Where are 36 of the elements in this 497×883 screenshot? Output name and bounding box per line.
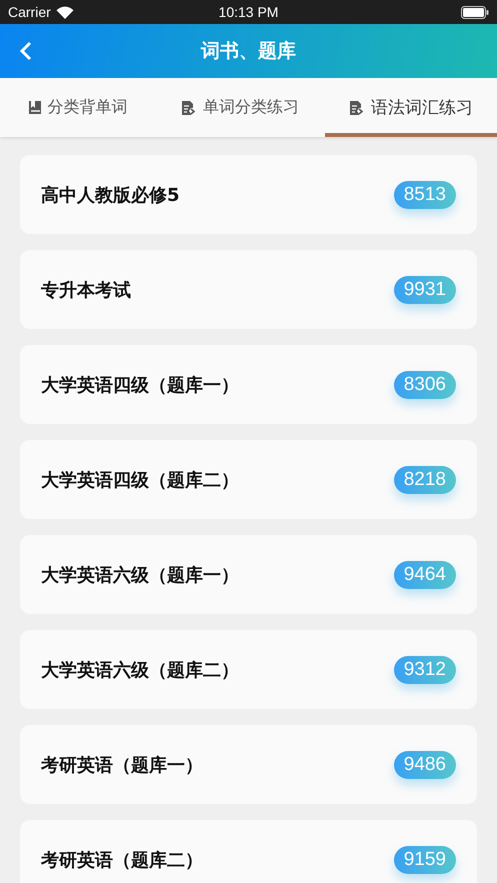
wifi-icon bbox=[56, 6, 74, 18]
item-title: 高中人教版必修5 bbox=[41, 184, 180, 206]
count-badge: 9486 bbox=[394, 750, 456, 778]
battery-icon bbox=[461, 6, 489, 18]
book-icon bbox=[28, 100, 42, 115]
list-card[interactable]: 大学英语四级（题库一） 8306 bbox=[20, 345, 477, 424]
back-icon[interactable] bbox=[20, 41, 32, 61]
count-badge: 9464 bbox=[394, 560, 456, 588]
list-card[interactable]: 大学英语六级（题库二） 9312 bbox=[20, 630, 477, 709]
list-card[interactable]: 考研英语（题库二） 9159 bbox=[20, 820, 477, 883]
item-title: 考研英语（题库一） bbox=[41, 754, 203, 776]
list-card[interactable]: 大学英语四级（题库二） 8218 bbox=[20, 440, 477, 519]
item-title: 大学英语四级（题库一） bbox=[41, 374, 239, 396]
list-card[interactable]: 考研英语（题库一） 9486 bbox=[20, 725, 477, 804]
item-title: 大学英语四级（题库二） bbox=[41, 468, 239, 492]
list-card[interactable]: 专升本考试 9931 bbox=[20, 250, 477, 329]
clock: 10:13 PM bbox=[218, 4, 278, 20]
count-badge: 8306 bbox=[394, 370, 456, 398]
count-badge: 8513 bbox=[394, 180, 456, 208]
tab[interactable]: 单词分类练习 bbox=[155, 78, 325, 137]
list-card[interactable]: 高中人教版必修5 8513 bbox=[20, 155, 477, 234]
page-title: 词书、题库 bbox=[201, 39, 296, 64]
item-title: 大学英语六级（题库一） bbox=[41, 564, 239, 586]
tab[interactable]: 分类背单词 bbox=[0, 78, 155, 137]
carrier-label: Carrier bbox=[8, 4, 51, 20]
tab[interactable]: 语法词汇练习 bbox=[325, 78, 497, 137]
item-title: 大学英语六级（题库二） bbox=[41, 658, 239, 682]
count-badge: 9312 bbox=[394, 656, 456, 684]
count-badge: 9159 bbox=[394, 846, 456, 874]
count-badge: 9931 bbox=[394, 276, 456, 304]
item-title: 专升本考试 bbox=[41, 278, 131, 302]
document-icon bbox=[181, 100, 197, 116]
item-title: 考研英语（题库二） bbox=[41, 848, 203, 872]
list-card[interactable]: 大学英语六级（题库一） 9464 bbox=[20, 535, 477, 614]
count-badge: 8218 bbox=[394, 466, 456, 494]
document-icon bbox=[349, 100, 365, 116]
